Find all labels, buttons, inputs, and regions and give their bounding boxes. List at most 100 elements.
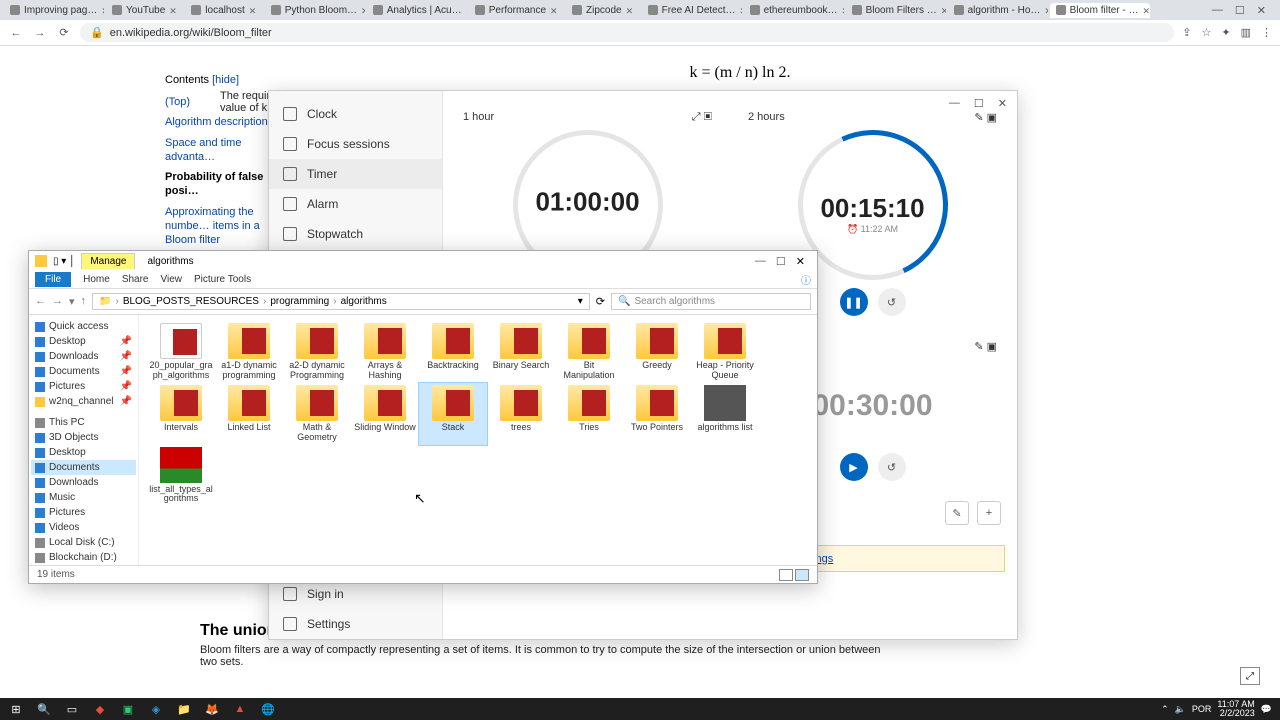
refresh-button[interactable]: ⟳ xyxy=(596,295,605,308)
close-icon[interactable]: ✕ xyxy=(1257,4,1266,17)
sidebar-pictures2[interactable]: Pictures xyxy=(31,505,136,520)
ribbon-file[interactable]: File xyxy=(35,272,71,287)
clock-menu-item[interactable]: Stopwatch xyxy=(269,219,442,249)
folder-item[interactable]: algorithms list xyxy=(691,383,759,445)
explorer-content[interactable]: ↖ 20_popular_graph_algorithmsa1-D dynami… xyxy=(139,315,817,565)
folder-item[interactable]: Linked List xyxy=(215,383,283,445)
app-icon[interactable]: ◆ xyxy=(88,700,112,718)
clock[interactable]: 11:07 AM 2/2/2023 xyxy=(1217,700,1254,718)
ribbon-share[interactable]: Share xyxy=(122,274,149,285)
clock-menu-item[interactable]: Clock xyxy=(269,99,442,129)
folder-item[interactable]: Stack xyxy=(419,383,487,445)
pin-icon[interactable]: ▣ xyxy=(987,341,997,353)
recent-dropdown[interactable]: ▾ xyxy=(69,295,75,308)
browser-tab[interactable]: Improving pag…✕ xyxy=(4,3,104,18)
sidebar-blockchain[interactable]: Blockchain (D:) xyxy=(31,550,136,565)
chrome-icon[interactable]: 🌐 xyxy=(256,700,280,718)
toc-link[interactable]: Approximating the numbe… items in a Bloo… xyxy=(165,202,275,251)
folder-item[interactable]: 20_popular_graph_algorithms xyxy=(147,321,215,383)
firefox-icon[interactable]: 🦊 xyxy=(200,700,224,718)
reload-button[interactable]: ⟳ xyxy=(56,25,72,41)
browser-tab[interactable]: localhost✕ xyxy=(185,3,262,18)
close-tab-icon[interactable]: ✕ xyxy=(101,6,104,14)
address-bar[interactable]: 🔒 en.wikipedia.org/wiki/Bloom_filter xyxy=(80,23,1174,42)
folder-item[interactable]: trees xyxy=(487,383,555,445)
sidebar-downloads[interactable]: Downloads📌 xyxy=(31,349,136,364)
sidebar-3d[interactable]: 3D Objects xyxy=(31,430,136,445)
clock-menu-item[interactable]: Timer xyxy=(269,159,442,189)
sidebar-thispc[interactable]: This PC xyxy=(31,415,136,430)
sidebar-downloads2[interactable]: Downloads xyxy=(31,475,136,490)
browser-tab[interactable]: algorithm - Ho…✕ xyxy=(948,3,1048,18)
share-icon[interactable]: ⇪ xyxy=(1182,26,1191,39)
close-tab-icon[interactable]: ✕ xyxy=(169,6,177,14)
reset-button[interactable]: ↺ xyxy=(878,453,906,481)
sidebar-documents[interactable]: Documents📌 xyxy=(31,364,136,379)
folder-item[interactable]: Heap - Priority Queue xyxy=(691,321,759,383)
add-icon[interactable]: + xyxy=(977,501,1001,525)
folder-item[interactable]: Tries xyxy=(555,383,623,445)
explorer-icon[interactable]: 📁 xyxy=(172,700,196,718)
close-tab-icon[interactable]: ✕ xyxy=(941,6,946,14)
search-button[interactable]: 🔍 xyxy=(32,700,56,718)
toc-link[interactable]: (Top) xyxy=(165,92,275,112)
close-tab-icon[interactable]: ✕ xyxy=(249,6,257,14)
star-icon[interactable]: ☆ xyxy=(1202,26,1212,39)
toc-hide-link[interactable]: [hide] xyxy=(212,74,239,86)
close-tab-icon[interactable]: ✕ xyxy=(740,6,742,14)
expand-icon[interactable]: ⤢ xyxy=(1240,667,1260,685)
taskview-button[interactable]: ▭ xyxy=(60,700,84,718)
notifications-icon[interactable]: 💬 xyxy=(1261,704,1272,715)
view-details-icon[interactable] xyxy=(779,569,793,581)
folder-item[interactable]: Greedy xyxy=(623,321,691,383)
app-icon[interactable]: ▣ xyxy=(116,700,140,718)
folder-item[interactable]: a2-D dynamic Programming xyxy=(283,321,351,383)
brave-icon[interactable]: ▲ xyxy=(228,700,252,718)
expand-icon[interactable]: ⤢ xyxy=(692,111,701,123)
pin-icon[interactable]: ▣ xyxy=(987,112,997,124)
forward-button[interactable]: → xyxy=(52,295,63,308)
sidebar-quick-access[interactable]: Quick access xyxy=(31,319,136,334)
browser-tab[interactable]: Bloom filter - …✕ xyxy=(1050,3,1150,18)
manage-tab[interactable]: Manage xyxy=(81,253,135,269)
edit-icon[interactable]: ✎ xyxy=(945,501,969,525)
browser-tab[interactable]: Analytics | Acu…✕ xyxy=(367,3,467,18)
view-icons-icon[interactable] xyxy=(795,569,809,581)
folder-item[interactable]: a1-D dynamic programming xyxy=(215,321,283,383)
browser-tab[interactable]: Bloom Filters …✕ xyxy=(846,3,946,18)
toc-link[interactable]: Algorithm description xyxy=(165,112,275,132)
minimize-icon[interactable]: — xyxy=(1212,4,1223,17)
play-button[interactable]: ▶ xyxy=(840,453,868,481)
folder-item[interactable]: Intervals xyxy=(147,383,215,445)
sidebar-videos[interactable]: Videos xyxy=(31,520,136,535)
pin-icon[interactable]: ▣ xyxy=(704,111,712,123)
close-tab-icon[interactable]: ✕ xyxy=(550,6,558,14)
back-button[interactable]: ← xyxy=(8,25,24,41)
browser-tab[interactable]: ethereumbook…✕ xyxy=(744,3,844,18)
close-tab-icon[interactable]: ✕ xyxy=(1143,6,1150,14)
browser-tab[interactable]: Performance✕ xyxy=(469,3,564,18)
edit-icon[interactable]: ✎ xyxy=(974,112,983,124)
sidebar-localc[interactable]: Local Disk (C:) xyxy=(31,535,136,550)
toc-link[interactable]: Probability of false posi… xyxy=(165,167,275,202)
ribbon-picture-tools[interactable]: Picture Tools xyxy=(194,274,251,285)
up-button[interactable]: ↑ xyxy=(81,295,87,308)
clock-menu-item[interactable]: Focus sessions xyxy=(269,129,442,159)
folder-item[interactable]: Binary Search xyxy=(487,321,555,383)
system-tray[interactable]: ⌃ 🔈 POR 11:07 AM 2/2/2023 💬 xyxy=(1161,700,1276,718)
back-button[interactable]: ← xyxy=(35,295,46,308)
pause-button[interactable]: ❚❚ xyxy=(840,288,868,316)
ribbon-view[interactable]: View xyxy=(161,274,183,285)
sidepanel-icon[interactable]: ▥ xyxy=(1241,26,1251,39)
close-tab-icon[interactable]: ✕ xyxy=(626,6,634,14)
help-icon[interactable]: ⓘ xyxy=(801,272,811,287)
close-tab-icon[interactable]: ✕ xyxy=(842,6,844,14)
folder-item[interactable]: Two Pointers xyxy=(623,383,691,445)
browser-tab[interactable]: Python Bloom…✕ xyxy=(265,3,365,18)
sidebar-desktop[interactable]: Desktop📌 xyxy=(31,334,136,349)
search-input[interactable]: 🔍 Search algorithms xyxy=(611,293,811,310)
edit-icon[interactable]: ✎ xyxy=(974,341,983,353)
sidebar-documents2[interactable]: Documents xyxy=(31,460,136,475)
browser-tab[interactable]: Free AI Detect…✕ xyxy=(642,3,742,18)
reset-button[interactable]: ↺ xyxy=(878,288,906,316)
